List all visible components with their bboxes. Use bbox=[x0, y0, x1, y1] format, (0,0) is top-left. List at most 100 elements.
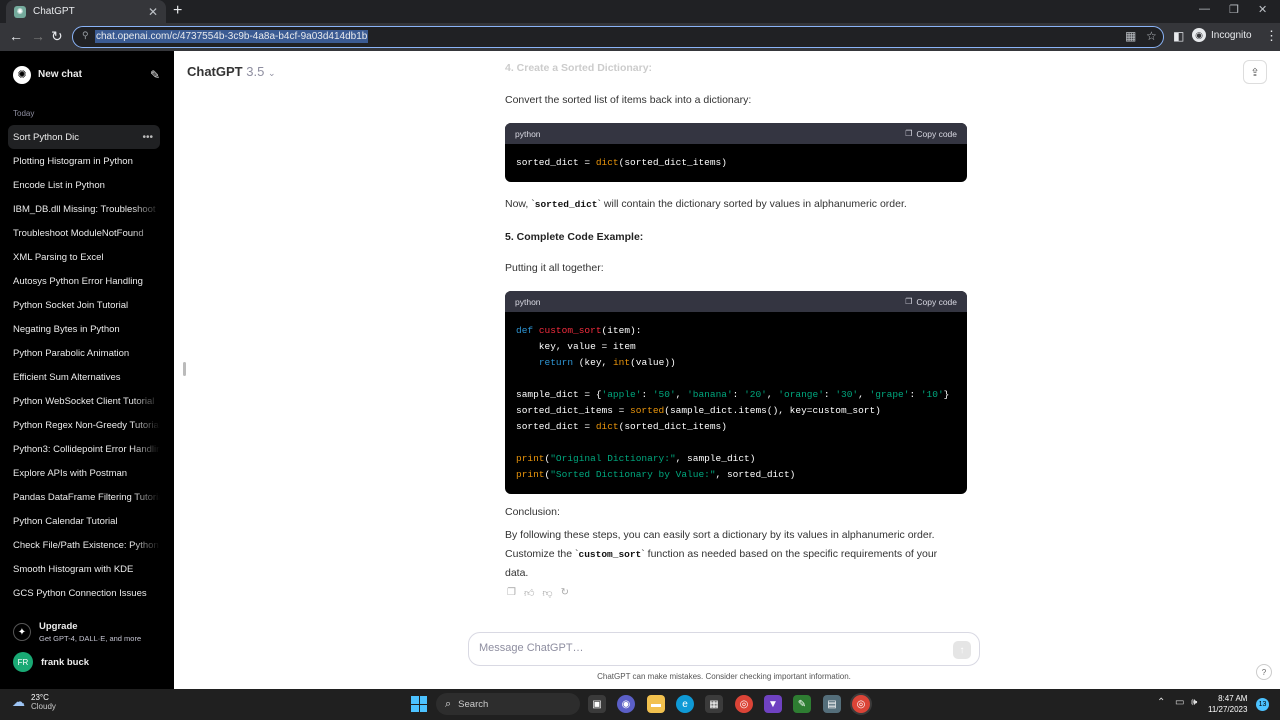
new-chat-button[interactable]: ✺ New chat ✎ bbox=[8, 61, 160, 88]
copy-code-button[interactable]: ❐ Copy code bbox=[905, 129, 957, 139]
app-icon[interactable]: ▼ bbox=[764, 695, 782, 713]
volume-icon[interactable]: 🕪︎ bbox=[1191, 697, 1197, 708]
upgrade-button[interactable]: ✦ Upgrade Get GPT-4, DALL·E, and more bbox=[13, 621, 141, 643]
code-block: python ❐ Copy code sorted_dict = dict(sor… bbox=[505, 123, 967, 182]
inline-code: sorted_dict bbox=[534, 199, 598, 210]
more-options-icon[interactable]: ••• bbox=[142, 132, 153, 143]
sidebar-item[interactable]: GCS Python Connection Issues bbox=[8, 581, 160, 605]
sidebar-item[interactable]: Python Calendar Tutorial bbox=[8, 509, 160, 533]
sidebar-item[interactable]: IBM_DB.dll Missing: Troubleshoot bbox=[8, 197, 160, 221]
sidebar-item[interactable]: Troubleshoot ModuleNotFound bbox=[8, 221, 160, 245]
faded-heading: 4. Create a Sorted Dictionary: bbox=[505, 62, 653, 74]
copy-icon[interactable]: ❐ bbox=[507, 587, 516, 599]
clock-time: 8:47 AM bbox=[1218, 694, 1248, 703]
reload-icon[interactable]: ↻ bbox=[51, 28, 63, 44]
upgrade-title: Upgrade bbox=[39, 621, 78, 632]
thumbs-down-icon[interactable]: 👎︎ bbox=[542, 587, 552, 599]
sidebar-item-sort-python-dic[interactable]: Sort Python Dic ••• bbox=[8, 125, 160, 149]
sidebar-item[interactable]: Encode List in Python bbox=[8, 173, 160, 197]
restore-icon[interactable]: ❐ bbox=[1229, 3, 1239, 16]
weather-temp: 23°C bbox=[31, 693, 49, 702]
file-explorer-icon[interactable]: ▬ bbox=[647, 695, 665, 713]
sidebar-item[interactable]: Pandas DataFrame Filtering Tutorial bbox=[8, 485, 160, 509]
upgrade-subtitle: Get GPT-4, DALL·E, and more bbox=[39, 634, 142, 643]
sidebar-item[interactable]: Explore APIs with Postman bbox=[8, 461, 160, 485]
share-button[interactable]: ⇪ bbox=[1243, 60, 1267, 84]
photos-icon[interactable]: ▤ bbox=[823, 695, 841, 713]
sidebar-item[interactable]: Python WebSocket Client Tutorial bbox=[8, 389, 160, 413]
forward-icon[interactable]: → bbox=[31, 28, 45, 44]
user-menu-button[interactable]: FR frank buck bbox=[13, 652, 89, 672]
compose-icon[interactable]: ✎ bbox=[150, 68, 160, 82]
browser-tab[interactable]: ✺ ChatGPT ✕ bbox=[6, 0, 166, 23]
avatar: FR bbox=[13, 652, 33, 672]
user-name: frank buck bbox=[41, 656, 90, 668]
back-icon[interactable]: ← bbox=[9, 28, 23, 44]
url-text[interactable]: chat.openai.com/c/4737554b-3c9b-4a8a-b4c… bbox=[95, 30, 369, 43]
sidebar-item[interactable]: Autosys Python Error Handling bbox=[8, 269, 160, 293]
sidebar-item[interactable]: XML Parsing to Excel bbox=[8, 245, 160, 269]
browser-menu-icon[interactable]: ⋮ bbox=[1265, 28, 1278, 44]
chat-icon[interactable]: ◉ bbox=[617, 695, 635, 713]
sidebar-item-label: Efficient Sum Alternatives bbox=[13, 371, 121, 383]
side-panel-icon[interactable]: ◧ bbox=[1173, 28, 1184, 44]
browser-tab-bar: ✺ ChatGPT ✕ + — ❐ ✕ bbox=[0, 0, 1280, 23]
sidebar-item[interactable]: Smooth Histogram with KDE bbox=[8, 557, 160, 581]
sidebar-item[interactable]: Python Regex Non-Greedy Tutorial bbox=[8, 413, 160, 437]
chatgpt-favicon-icon: ✺ bbox=[14, 5, 26, 18]
clipboard-icon: ❐ bbox=[905, 129, 913, 138]
bookmark-star-icon[interactable]: ☆ bbox=[1146, 29, 1157, 43]
sidebar-item-label: Troubleshoot ModuleNotFound bbox=[13, 227, 144, 239]
new-tab-icon[interactable]: + bbox=[173, 2, 182, 20]
main-panel: ChatGPT 3.5 ⌄ ⇪ 4. Create a Sorted Dicti… bbox=[174, 51, 1280, 689]
paragraph: By following these steps, you can easily… bbox=[505, 529, 938, 579]
qr-code-icon[interactable]: ▦ bbox=[1125, 29, 1136, 43]
model-selector[interactable]: ChatGPT 3.5 ⌄ bbox=[187, 64, 276, 79]
sidebar-item[interactable]: Negating Bytes in Python bbox=[8, 317, 160, 341]
sidebar-item-label: XML Parsing to Excel bbox=[13, 251, 104, 263]
taskbar-search[interactable]: ⌕ Search bbox=[436, 693, 580, 715]
regenerate-icon[interactable]: ↻ bbox=[561, 587, 569, 599]
sidebar-resize-handle[interactable] bbox=[183, 362, 186, 376]
clock[interactable]: 8:47 AM 11/27/2023 bbox=[1208, 693, 1247, 715]
sidebar-item-label: Smooth Histogram with KDE bbox=[13, 563, 134, 575]
notification-badge[interactable]: 13 bbox=[1256, 698, 1269, 711]
sidebar-item[interactable]: Efficient Sum Alternatives bbox=[8, 365, 160, 389]
share-icon: ⇪ bbox=[1250, 66, 1260, 79]
start-button[interactable] bbox=[411, 696, 427, 712]
task-view-icon[interactable]: ▣ bbox=[588, 695, 606, 713]
close-window-icon[interactable]: ✕ bbox=[1258, 3, 1267, 16]
clock-date: 11/27/2023 bbox=[1208, 705, 1248, 714]
chrome-icon[interactable]: ◎ bbox=[735, 695, 753, 713]
sidebar-item-label: Explore APIs with Postman bbox=[13, 467, 128, 479]
taskbar: ☁ 23°C Cloudy ⌕ Search ▣ ◉ ▬ e ▦ ◎ ▼ ✎ ▤… bbox=[0, 689, 1280, 720]
minimize-icon[interactable]: — bbox=[1199, 3, 1210, 15]
network-icon[interactable]: ▭ bbox=[1175, 697, 1184, 708]
excel-icon[interactable]: ✎ bbox=[793, 695, 811, 713]
site-info-icon[interactable]: ⚲ bbox=[82, 30, 92, 40]
edge-icon[interactable]: e bbox=[676, 695, 694, 713]
help-button[interactable]: ? bbox=[1256, 664, 1272, 680]
chrome-active-icon[interactable]: ◎ bbox=[852, 695, 870, 713]
copy-code-button[interactable]: ❐ Copy code bbox=[905, 297, 957, 307]
message-input[interactable] bbox=[479, 642, 939, 654]
sidebar-item[interactable]: Python3: Collidepoint Error Handling bbox=[8, 437, 160, 461]
weather-condition: Cloudy bbox=[31, 702, 56, 711]
send-button[interactable]: ↑ bbox=[953, 641, 971, 659]
sidebar-item[interactable]: Python Parabolic Animation bbox=[8, 341, 160, 365]
address-bar[interactable]: ⚲ chat.openai.com/c/4737554b-3c9b-4a8a-b… bbox=[72, 26, 1164, 48]
store-icon[interactable]: ▦ bbox=[705, 695, 723, 713]
thumbs-up-icon[interactable]: 👍︎ bbox=[524, 587, 534, 599]
chevron-up-icon[interactable]: ⌃ bbox=[1157, 697, 1165, 708]
incognito-indicator[interactable]: ◉ Incognito bbox=[1192, 28, 1252, 42]
sidebar-item-label: Python Calendar Tutorial bbox=[13, 515, 118, 527]
weather-widget[interactable]: ☁ 23°C Cloudy bbox=[12, 693, 56, 711]
close-icon[interactable]: ✕ bbox=[148, 5, 158, 19]
copy-code-label: Copy code bbox=[916, 128, 957, 139]
sidebar-item[interactable]: Check File/Path Existence: Python bbox=[8, 533, 160, 557]
sidebar-item[interactable]: Plotting Histogram in Python bbox=[8, 149, 160, 173]
sidebar-item[interactable]: Python Socket Join Tutorial bbox=[8, 293, 160, 317]
sidebar-item-label: Plotting Histogram in Python bbox=[13, 155, 133, 167]
clipboard-icon: ❐ bbox=[905, 297, 913, 306]
sidebar-item-label: Python Parabolic Animation bbox=[13, 347, 130, 359]
